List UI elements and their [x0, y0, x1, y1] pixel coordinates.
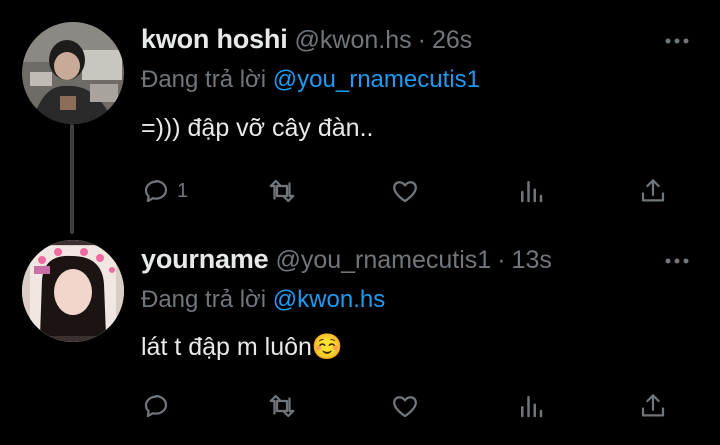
replying-to: Đang trả lời @you_rnamecutis1 [141, 66, 480, 94]
views-icon [521, 396, 543, 418]
views-button[interactable] [516, 171, 546, 211]
avatar-photo [22, 22, 124, 124]
views-button[interactable] [516, 386, 546, 426]
like-button[interactable] [390, 171, 420, 211]
reply-count: 1 [177, 179, 189, 202]
thread-line [70, 124, 74, 234]
reply-icon [144, 395, 168, 418]
replying-to-label: Đang trả lời [141, 286, 273, 313]
mention-link[interactable]: @you_rnamecutis1 [273, 66, 480, 93]
separator-dot: · [497, 246, 506, 274]
share-button[interactable] [638, 171, 668, 211]
share-icon [641, 179, 665, 202]
more-icon[interactable] [662, 246, 692, 276]
tweet-text: =))) đập vỡ cây đàn.. [141, 114, 374, 142]
like-button[interactable] [390, 386, 420, 426]
retweet-button[interactable] [267, 386, 297, 426]
avatar-photo [22, 240, 124, 342]
timestamp[interactable]: 26s [432, 26, 472, 55]
share-icon [641, 394, 665, 417]
display-name[interactable]: kwon hoshi [141, 24, 288, 55]
more-icon[interactable] [662, 26, 692, 56]
avatar[interactable] [22, 22, 124, 124]
replying-to: Đang trả lời @kwon.hs [141, 286, 385, 314]
like-icon [393, 181, 417, 203]
display-name[interactable]: yourname [141, 244, 269, 275]
tweet[interactable]: yourname @you_rnamecutis1 · 13s Đang trả… [0, 230, 720, 445]
action-bar [141, 386, 680, 426]
like-icon [393, 396, 417, 418]
user-handle[interactable]: @you_rnamecutis1 [275, 246, 491, 275]
action-bar: 1 [141, 171, 680, 211]
tweet[interactable]: kwon hoshi @kwon.hs · 26s Đang trả lời @… [0, 0, 720, 234]
retweet-button[interactable] [267, 171, 297, 211]
separator-dot: · [417, 26, 426, 54]
reply-button[interactable]: 1 [141, 171, 188, 211]
timestamp[interactable]: 13s [512, 246, 552, 275]
tweet-header: yourname @you_rnamecutis1 · 13s [141, 244, 552, 284]
retweet-icon [269, 394, 295, 418]
reply-button[interactable] [141, 386, 177, 426]
mention-link[interactable]: @kwon.hs [273, 286, 385, 313]
avatar[interactable] [22, 240, 124, 342]
tweet-text: lát t đập m luôn☺️ [141, 333, 344, 361]
views-icon [521, 181, 543, 203]
reply-icon [144, 180, 168, 203]
share-button[interactable] [638, 386, 668, 426]
replying-to-label: Đang trả lời [141, 66, 273, 93]
retweet-icon [269, 179, 295, 203]
user-handle[interactable]: @kwon.hs [295, 26, 412, 55]
tweet-header: kwon hoshi @kwon.hs · 26s [141, 24, 472, 64]
